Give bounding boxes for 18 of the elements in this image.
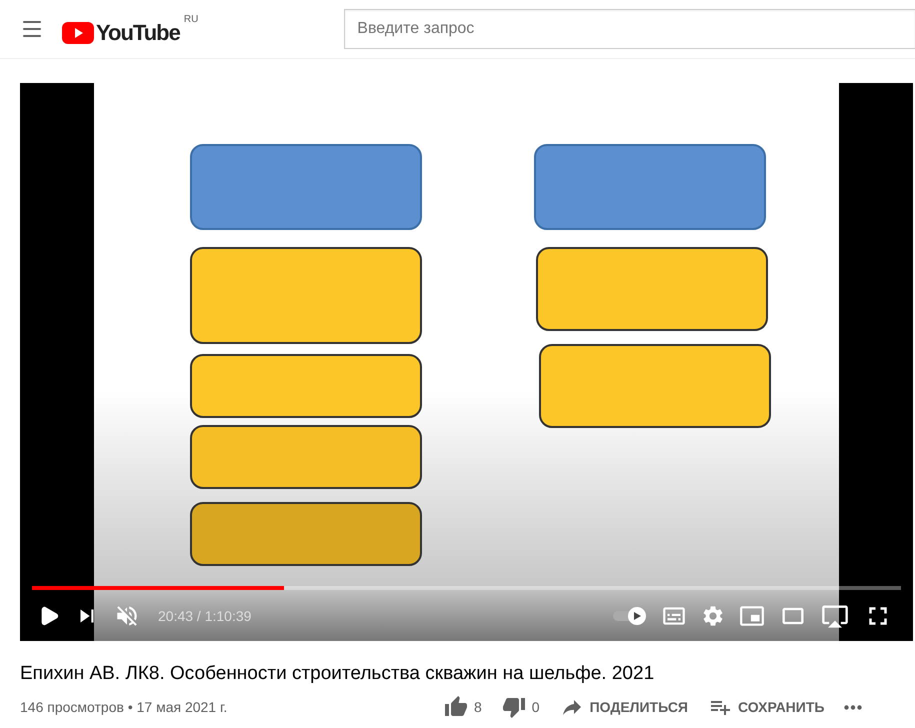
autoplay-toggle[interactable] — [611, 606, 647, 626]
dislike-button[interactable]: 0 — [492, 695, 550, 719]
settings-button[interactable] — [701, 604, 725, 628]
region-label: RU — [184, 14, 198, 25]
settings-icon — [701, 604, 725, 628]
video-title: Епихин АВ. ЛК8. Особенности строительства скважин на шельфе. 2021 — [20, 663, 656, 685]
logo-text: YouTube — [96, 20, 180, 46]
progress-bar[interactable] — [32, 586, 901, 590]
thumbs-up-icon — [444, 695, 468, 719]
time-display: 20:43 / 1:10:39 — [158, 608, 252, 624]
search-field[interactable]: Введите запрос — [344, 9, 915, 49]
share-button[interactable]: ПОДЕЛИТЬСЯ — [550, 695, 698, 719]
thumbs-down-icon — [502, 695, 526, 719]
save-button[interactable]: СОХРАНИТЬ — [698, 695, 834, 719]
play-logo-icon — [62, 22, 94, 44]
more-icon — [844, 704, 862, 710]
view-count-and-date: 146 просмотров • 17 мая 2021 г. — [20, 699, 228, 715]
like-button[interactable]: 8 — [434, 695, 492, 719]
